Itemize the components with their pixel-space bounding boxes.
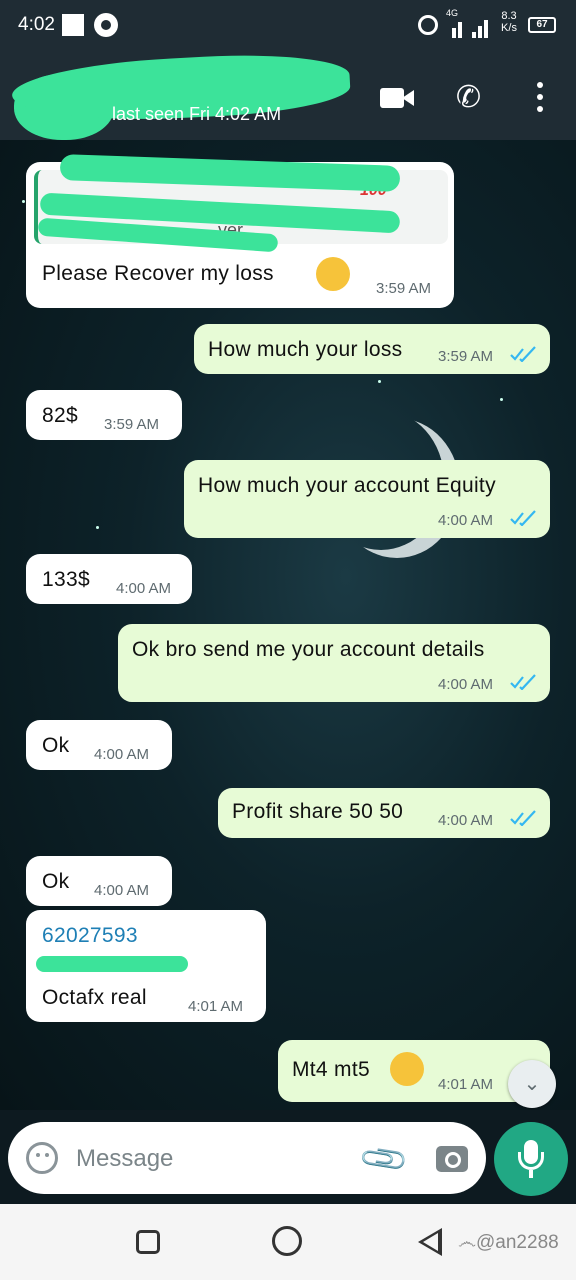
message-incoming[interactable]: 62027593 Octafx real 4:01 AM (26, 910, 266, 1022)
thinking-face-emoji-icon (390, 1052, 424, 1086)
double-tick-icon (510, 674, 536, 690)
message-time: 4:01 AM (438, 1076, 494, 1093)
message-text: Profit share 50 50 (232, 800, 404, 823)
last-seen-status: last seen Fri 4:02 AM (112, 104, 282, 124)
scroll-down-icon[interactable]: ⌄ (508, 1060, 556, 1108)
message-outgoing[interactable]: Ok bro send me your account details 4:00… (118, 624, 550, 702)
message-time: 3:59 AM (438, 348, 494, 365)
mic-icon[interactable] (494, 1122, 568, 1196)
alarm-icon (418, 15, 438, 35)
watermark: ෴@an2288 (458, 1232, 559, 1253)
message-incoming[interactable]: 133$ 4:00 AM (26, 554, 192, 604)
status-bar: 4:02 4G 8.3 K/s 67 (0, 0, 576, 52)
nav-recent-icon[interactable] (136, 1230, 160, 1254)
message-composer: 📎 (8, 1122, 486, 1194)
network-label: 4G (446, 8, 459, 18)
message-time: 4:01 AM (188, 998, 244, 1015)
message-text: How much your loss (208, 338, 403, 361)
redaction-scribble (36, 956, 188, 972)
double-tick-icon (510, 346, 536, 362)
phone-icon[interactable]: ✆ (456, 80, 481, 115)
message-time: 4:00 AM (438, 512, 494, 529)
nav-back-icon[interactable] (418, 1228, 442, 1256)
system-nav-bar: ෴@an2288 (0, 1204, 576, 1280)
more-options-icon[interactable] (528, 82, 552, 112)
message-text: 82$ (42, 404, 78, 427)
double-tick-icon (510, 510, 536, 526)
double-tick-icon (510, 810, 536, 826)
message-outgoing[interactable]: Profit share 50 50 4:00 AM (218, 788, 550, 838)
message-time: 4:00 AM (94, 882, 150, 899)
message-time: 4:00 AM (94, 746, 150, 763)
whatsapp-icon (94, 13, 118, 37)
message-time: 4:00 AM (116, 580, 172, 597)
message-time: 3:59 AM (104, 416, 160, 433)
battery-icon: 67 (528, 17, 556, 33)
camera-icon[interactable] (436, 1146, 468, 1172)
speed-unit: K/s (501, 22, 517, 34)
message-time: 4:00 AM (438, 812, 494, 829)
message-text: Ok bro send me your account details (132, 638, 485, 661)
message-text: Ok (42, 734, 70, 757)
message-time: 3:59 AM (376, 280, 432, 297)
signal-icon: 4G (446, 8, 494, 38)
account-number-link[interactable]: 62027593 (42, 924, 138, 948)
message-text: Mt4 mt5 (292, 1058, 370, 1081)
message-text: 133$ (42, 568, 90, 591)
emoji-icon[interactable] (26, 1142, 58, 1174)
input-bar: 📎 (0, 1110, 576, 1204)
chat-area[interactable]: ver 100 Please Recover my loss 3:59 AM H… (0, 140, 576, 1110)
message-outgoing[interactable]: How much your account Equity 4:00 AM (184, 460, 550, 538)
status-time: 4:02 (18, 14, 55, 35)
message-text: Please Recover my loss (42, 262, 274, 285)
message-input[interactable] (76, 1142, 346, 1176)
video-call-icon[interactable] (380, 86, 414, 110)
message-incoming[interactable]: 82$ 3:59 AM (26, 390, 182, 440)
message-text: Octafx real (42, 986, 147, 1009)
message-text: How much your account Equity (198, 474, 496, 497)
nav-home-icon[interactable] (272, 1226, 302, 1256)
pleading-face-emoji-icon (316, 257, 350, 291)
speed-value: 8.3 (501, 10, 517, 22)
notification-icon (62, 14, 84, 36)
message-text: Ok (42, 870, 70, 893)
message-incoming[interactable]: Ok 4:00 AM (26, 856, 172, 906)
message-outgoing[interactable]: How much your loss 3:59 AM (194, 324, 550, 374)
message-incoming[interactable]: Ok 4:00 AM (26, 720, 172, 770)
chat-header: ← last seen Fri 4:02 AM ✆ (0, 49, 576, 140)
attach-icon[interactable]: 📎 (356, 1132, 411, 1187)
network-speed: 8.3 K/s (496, 10, 522, 34)
message-time: 4:00 AM (438, 676, 494, 693)
